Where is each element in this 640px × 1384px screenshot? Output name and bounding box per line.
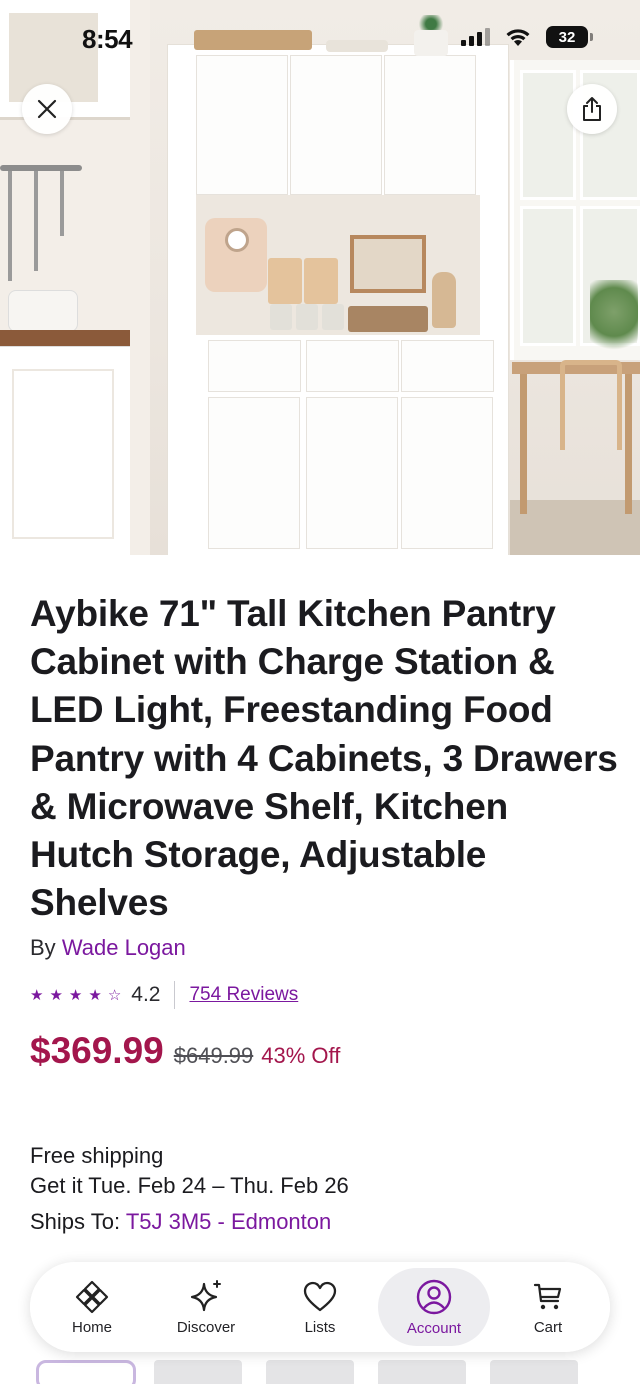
floor <box>510 500 640 555</box>
nav-home[interactable]: Home <box>36 1268 148 1346</box>
basket <box>348 306 428 332</box>
nav-label: Account <box>406 1319 462 1337</box>
variant-thumbnail[interactable] <box>490 1360 578 1384</box>
pantry-cabinet <box>168 45 508 555</box>
variant-thumbnail[interactable] <box>36 1360 136 1384</box>
ships-to: Ships To: T5J 3M5 - Edmonton <box>30 1209 331 1235</box>
brand-link[interactable]: Wade Logan <box>62 935 186 960</box>
brand-byline: By Wade Logan <box>30 935 186 961</box>
share-button[interactable] <box>567 84 617 134</box>
cellular-signal-icon <box>461 28 490 46</box>
status-icons: 32 <box>461 26 593 48</box>
price-row: $369.99 $649.99 43% Off <box>30 1030 340 1072</box>
original-price: $649.99 <box>173 1043 254 1068</box>
potted-plant <box>414 30 448 56</box>
nav-label: Lists <box>304 1318 336 1336</box>
utensil-rail <box>0 165 82 171</box>
nav-label: Cart <box>533 1318 563 1336</box>
storage-box <box>194 30 312 50</box>
delivery-estimate: Get it Tue. Feb 24 – Thu. Feb 26 <box>30 1173 349 1198</box>
star-rating: ★ ★ ★ ★ ☆ <box>30 986 121 1004</box>
nav-label: Home <box>71 1318 112 1336</box>
variant-thumbnail[interactable] <box>154 1360 242 1384</box>
nav-lists[interactable]: Lists <box>264 1268 376 1346</box>
cart-icon <box>533 1283 562 1309</box>
free-shipping: Free shipping <box>30 1143 164 1168</box>
product-image[interactable] <box>0 0 640 555</box>
lamp <box>432 272 456 328</box>
status-time: 8:54 <box>82 24 133 54</box>
nav-discover[interactable]: Discover <box>150 1268 262 1346</box>
bottom-nav: Home Discover Lists Account Cart <box>30 1262 610 1352</box>
counter <box>0 330 130 346</box>
close-button[interactable] <box>22 84 72 134</box>
plant <box>590 280 638 360</box>
star-filled-icon: ★ <box>30 987 44 1004</box>
toaster <box>8 290 78 332</box>
discount-badge: 43% Off <box>261 1043 341 1068</box>
variant-thumbnail[interactable] <box>378 1360 466 1384</box>
sale-price: $369.99 <box>30 1030 164 1071</box>
reviews-link[interactable]: 754 Reviews <box>189 984 298 1006</box>
background-lower-cabinet <box>0 346 130 555</box>
star-filled-icon: ★ <box>88 987 102 1004</box>
heart-icon <box>303 1281 337 1311</box>
chair <box>560 360 622 450</box>
user-icon <box>416 1279 452 1314</box>
rating-value: 4.2 <box>131 983 161 1006</box>
star-filled-icon: ★ <box>68 987 83 1004</box>
sparkle-icon <box>190 1279 221 1311</box>
home-icon <box>75 1280 109 1313</box>
nav-account[interactable]: Account <box>378 1268 490 1346</box>
rating-row[interactable]: ★ ★ ★ ★ ☆ 4.2 754 Reviews <box>30 980 298 1010</box>
nav-cart[interactable]: Cart <box>492 1268 604 1346</box>
share-icon <box>583 97 601 121</box>
variant-thumbnail[interactable] <box>266 1360 354 1384</box>
wifi-icon <box>506 29 530 46</box>
by-prefix: By <box>30 935 56 960</box>
close-icon <box>37 99 57 119</box>
ships-to-label: Ships To: <box>30 1209 121 1234</box>
battery-icon: 32 <box>546 26 593 48</box>
product-title: Aybike 71" Tall Kitchen Pantry Cabinet w… <box>30 593 618 924</box>
ships-to-location-link[interactable]: T5J 3M5 - Edmonton <box>126 1209 331 1234</box>
star-filled-icon: ★ <box>49 987 63 1004</box>
plates <box>326 40 388 52</box>
nav-label: Discover <box>176 1318 236 1336</box>
picture-frame <box>350 235 426 293</box>
rating-divider <box>174 981 176 1009</box>
star-empty-icon: ☆ <box>107 987 122 1004</box>
